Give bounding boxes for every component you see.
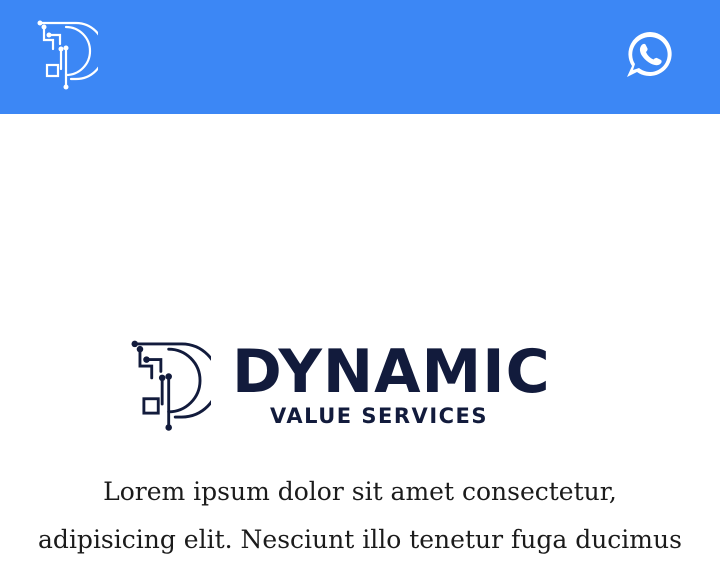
brand-name: DYNAMIC: [232, 337, 551, 407]
brand-tagline: VALUE SERVICES: [270, 404, 489, 428]
brand-logo: DYNAMIC VALUE SERVICES: [129, 340, 554, 436]
header-logo-link[interactable]: [36, 20, 106, 92]
dvs-logo-icon: [37, 20, 106, 90]
whatsapp-button[interactable]: [624, 29, 676, 81]
dvs-brand-mark-icon: [131, 340, 211, 431]
intro-line-1: Lorem ipsum dolor sit amet consectetur,: [103, 477, 617, 506]
whatsapp-icon: [627, 32, 672, 77]
intro-line-2: adipisicing elit. Nesciunt illo tenetur …: [38, 525, 682, 554]
top-header: [0, 0, 720, 114]
intro-paragraph: Lorem ipsum dolor sit amet consectetur, …: [20, 468, 700, 564]
